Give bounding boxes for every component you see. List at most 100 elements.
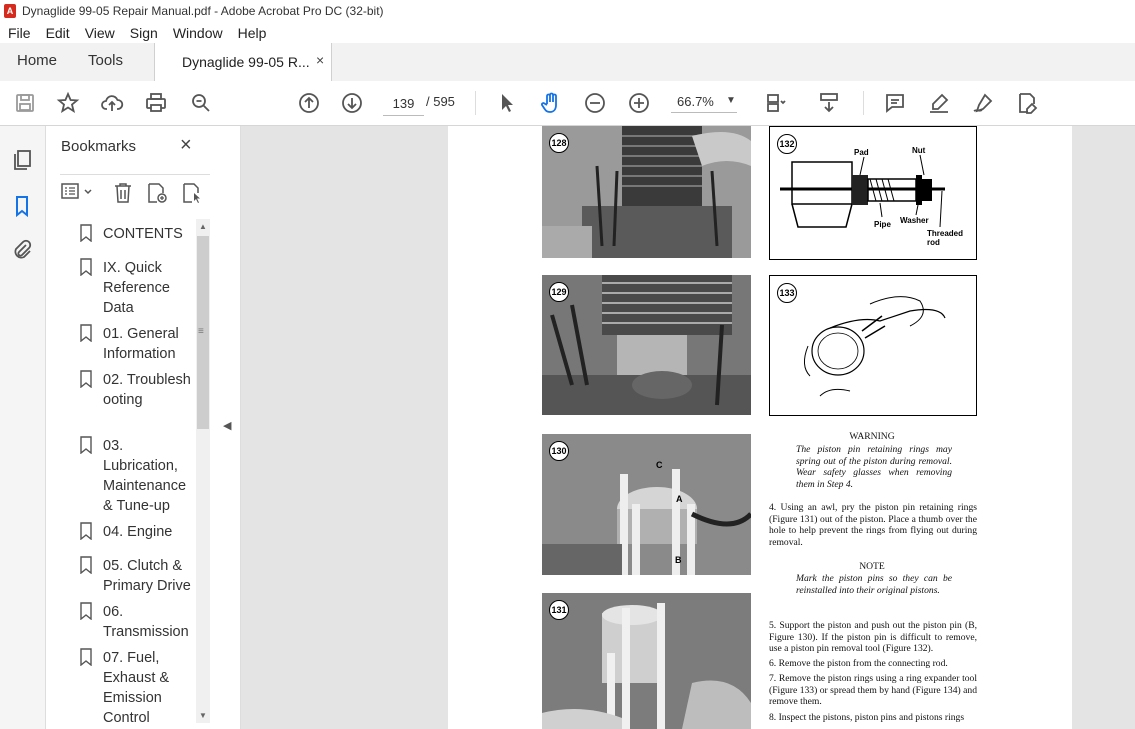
- select-cursor-icon[interactable]: [494, 90, 520, 116]
- menu-edit[interactable]: Edit: [38, 25, 77, 41]
- bookmark-label: CONTENTS: [103, 226, 183, 242]
- attachments-icon[interactable]: [10, 238, 34, 262]
- step-7: 7. Remove the piston rings using a ring …: [769, 673, 977, 708]
- menu-window[interactable]: Window: [165, 25, 230, 41]
- page-layout-icon[interactable]: [763, 90, 789, 116]
- navigation-rail: [0, 126, 46, 729]
- zoom-in-icon[interactable]: [626, 90, 652, 116]
- step-4: 4. Using an awl, pry the piston pin reta…: [769, 502, 977, 548]
- bookmark-star-icon[interactable]: [55, 90, 81, 116]
- bookmark-icon: [80, 370, 92, 388]
- collapse-arrow-icon[interactable]: ◀: [223, 419, 231, 432]
- menu-bar: File Edit View Sign Window Help: [0, 22, 1135, 43]
- bookmark-label: 07. Fuel, Exhaust & Emission Control: [103, 650, 170, 726]
- zoom-dropdown-icon[interactable]: ▼: [726, 95, 736, 106]
- step-6: 6. Remove the piston from the connecting…: [769, 658, 948, 669]
- acrobat-app-icon: A: [4, 4, 16, 18]
- page-up-icon[interactable]: [296, 90, 322, 116]
- figure-132-diagram: 132 Pad Nut Pipe Washer Threaded rod: [769, 126, 977, 260]
- highlight-icon[interactable]: [926, 90, 952, 116]
- figure-number: 132: [777, 134, 797, 154]
- figure-number: 129: [549, 282, 569, 302]
- main-toolbar: / 595 ▼: [0, 81, 1135, 126]
- bookmark-icon: [80, 556, 92, 574]
- page-thumbnails-icon[interactable]: [10, 148, 34, 172]
- tab-bar: Home Tools Dynaglide 99-05 R... ×: [0, 43, 1135, 82]
- bookmark-search-icon[interactable]: [180, 181, 204, 205]
- toolbar-divider: [863, 91, 864, 115]
- close-icon[interactable]: ×: [180, 134, 192, 157]
- label-pad: Pad: [854, 148, 869, 157]
- step-5: 5. Support the piston and push out the p…: [769, 620, 977, 655]
- label-b: B: [675, 555, 682, 565]
- page-total: / 595: [426, 94, 455, 109]
- print-icon[interactable]: [143, 90, 169, 116]
- scroll-grip-icon: ≡: [198, 326, 204, 337]
- save-icon[interactable]: [12, 90, 38, 116]
- scroll-up-icon[interactable]: ▲: [199, 222, 207, 231]
- menu-help[interactable]: Help: [230, 25, 274, 41]
- figure-number: 133: [777, 283, 797, 303]
- delete-bookmark-icon[interactable]: [112, 181, 134, 205]
- bookmark-icon: [80, 224, 92, 242]
- tab-close-icon[interactable]: ×: [316, 52, 324, 68]
- note-title: NOTE: [859, 561, 885, 572]
- bookmark-options-icon[interactable]: [60, 181, 96, 203]
- label-nut: Nut: [912, 146, 926, 155]
- bookmarks-panel-title: Bookmarks: [61, 138, 137, 155]
- bookmark-label: 03. Lubrication, Maintenance & Tune-up: [103, 438, 187, 514]
- document-viewport[interactable]: 128 132 Pad Nut Pipe Washer Threaded rod…: [241, 126, 1135, 729]
- search-zoom-icon[interactable]: [188, 90, 214, 116]
- bookmarks-panel: Bookmarks × CONTENTS IX. Quick Reference…: [46, 126, 214, 729]
- label-a: A: [676, 494, 683, 504]
- page-down-icon[interactable]: [339, 90, 365, 116]
- bookmark-icon: [80, 258, 92, 276]
- figure-number: 130: [549, 441, 569, 461]
- warning-text: The piston pin retaining rings may sprin…: [796, 444, 952, 490]
- pdf-page: 128 132 Pad Nut Pipe Washer Threaded rod…: [448, 126, 1072, 729]
- step-8: 8. Inspect the pistons, piston pins and …: [769, 712, 965, 723]
- figure-128-photo: 128: [542, 126, 751, 258]
- note-text: Mark the piston pins so they can be rein…: [796, 573, 952, 596]
- new-bookmark-icon[interactable]: [145, 181, 169, 205]
- upload-icon[interactable]: [99, 90, 125, 116]
- tab-home[interactable]: Home: [17, 52, 57, 69]
- bookmarks-toolbar: [60, 174, 210, 203]
- comment-icon[interactable]: [882, 90, 908, 116]
- menu-sign[interactable]: Sign: [122, 25, 165, 41]
- warning-title: WARNING: [849, 431, 895, 442]
- tab-tools[interactable]: Tools: [88, 52, 123, 69]
- bookmark-label: 06. Transmission: [103, 604, 189, 640]
- bookmark-icon: [80, 648, 92, 666]
- label-threaded-rod: Threaded rod: [927, 229, 964, 247]
- tab-document-label: Dynaglide 99-05 R...: [182, 54, 310, 70]
- bookmark-label: 02. Troubleshooting: [103, 372, 191, 408]
- zoom-out-icon[interactable]: [582, 90, 608, 116]
- window-title-bar: A Dynaglide 99-05 Repair Manual.pdf - Ad…: [0, 0, 1135, 23]
- bookmarks-icon[interactable]: [10, 194, 34, 218]
- scroll-down-icon[interactable]: ▼: [199, 711, 207, 720]
- figure-129-photo: 129: [542, 275, 751, 415]
- bookmark-label: 04. Engine: [103, 524, 173, 540]
- bookmark-label: IX. Quick Reference Data: [103, 260, 170, 316]
- menu-file[interactable]: File: [0, 25, 38, 41]
- tab-document[interactable]: Dynaglide 99-05 R... ×: [154, 43, 332, 82]
- figure-number: 128: [549, 133, 569, 153]
- label-c: C: [656, 460, 663, 470]
- scroll-mode-icon[interactable]: [816, 90, 842, 116]
- edit-pdf-icon[interactable]: [1014, 90, 1040, 116]
- figure-number: 131: [549, 600, 569, 620]
- label-pipe: Pipe: [874, 220, 891, 229]
- page-number-input[interactable]: [383, 91, 424, 116]
- bookmark-icon: [80, 602, 92, 620]
- menu-view[interactable]: View: [77, 25, 122, 41]
- sign-icon[interactable]: [970, 90, 996, 116]
- hand-icon[interactable]: [538, 90, 564, 116]
- figure-133-diagram: 133: [769, 275, 977, 416]
- bookmark-icon: [80, 436, 92, 454]
- panel-collapse-bar[interactable]: ◀: [214, 126, 241, 729]
- bookmark-icon: [80, 522, 92, 540]
- bookmark-label: 01. General Information: [103, 326, 179, 362]
- figure-130-photo: 130 C A B: [542, 434, 751, 575]
- label-washer: Washer: [900, 216, 929, 225]
